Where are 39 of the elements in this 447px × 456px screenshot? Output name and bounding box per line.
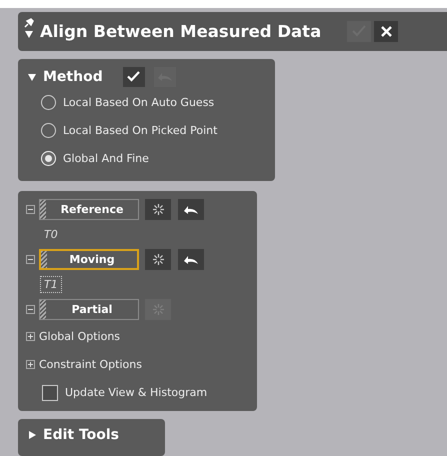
radio-button[interactable] xyxy=(41,123,56,138)
apply-button[interactable] xyxy=(122,66,145,87)
option-label: Global And Fine xyxy=(63,152,149,166)
check-icon xyxy=(127,71,140,82)
option-label: Local Based On Picked Point xyxy=(63,124,218,138)
asterisk-icon xyxy=(152,203,164,216)
expand-icon[interactable] xyxy=(26,360,35,370)
freeze-button[interactable] xyxy=(145,199,171,220)
option-label: Local Based On Auto Guess xyxy=(63,96,214,110)
section-title: Edit Tools xyxy=(43,426,120,443)
option-group-label[interactable]: Global Options xyxy=(39,330,120,344)
checkbox[interactable] xyxy=(42,384,58,401)
expanded-triangle-icon[interactable] xyxy=(24,28,34,39)
element-item[interactable]: T1 xyxy=(40,276,62,294)
window-title: Align Between Measured Data xyxy=(40,22,322,41)
checkbox-label: Update View & Histogram xyxy=(65,386,208,400)
collapse-icon[interactable] xyxy=(26,305,35,314)
close-icon xyxy=(380,26,392,37)
undo-button[interactable] xyxy=(178,199,204,220)
asterisk-icon xyxy=(152,253,164,266)
undo-icon xyxy=(183,204,199,215)
option-group-label[interactable]: Constraint Options xyxy=(39,358,142,372)
element-selector-button[interactable]: Moving xyxy=(39,249,139,270)
undo-icon xyxy=(183,254,199,265)
asterisk-icon xyxy=(152,303,164,316)
element-item[interactable]: T0 xyxy=(40,226,62,244)
expand-icon[interactable] xyxy=(26,332,35,342)
radio-button[interactable] xyxy=(41,95,56,110)
undo-button[interactable] xyxy=(178,249,204,270)
collapse-icon[interactable] xyxy=(26,205,35,214)
element-selector-button[interactable]: Partial xyxy=(39,299,139,320)
expanded-triangle-icon[interactable] xyxy=(27,72,37,82)
collapsed-triangle-icon[interactable] xyxy=(27,430,37,440)
collapse-icon[interactable] xyxy=(26,255,35,264)
close-button[interactable] xyxy=(374,20,398,42)
section-title: Method xyxy=(43,68,103,85)
element-selector-button[interactable]: Reference xyxy=(39,199,139,220)
freeze-button[interactable] xyxy=(145,249,171,270)
pin-icon[interactable] xyxy=(24,18,34,28)
